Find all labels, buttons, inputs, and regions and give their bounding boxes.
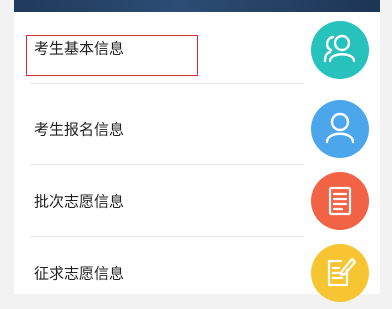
document-list-icon[interactable]: [311, 172, 369, 230]
menu-item-label: 征求志愿信息: [34, 264, 125, 283]
divider: [30, 83, 304, 84]
menu-item-solicited-preference-info[interactable]: 征求志愿信息: [14, 237, 380, 309]
menu-item-label: 批次志愿信息: [34, 192, 125, 211]
background-margin: [380, 0, 392, 294]
menu-item-label: 考生报名信息: [34, 120, 125, 139]
menu-item-batch-preference-info[interactable]: 批次志愿信息: [14, 165, 380, 237]
menu-item-student-basic-info[interactable]: 考生基本信息: [14, 12, 380, 84]
users-icon[interactable]: [311, 21, 369, 79]
menu-item-label: 考生基本信息: [34, 39, 125, 58]
header-banner: [14, 0, 380, 12]
menu-panel: 考生基本信息 考生报名信息 批次志愿信息 征求志愿信息: [14, 12, 380, 302]
menu-item-student-registration-info[interactable]: 考生报名信息: [14, 93, 380, 165]
user-icon[interactable]: [311, 100, 369, 158]
edit-note-icon[interactable]: [311, 244, 369, 302]
